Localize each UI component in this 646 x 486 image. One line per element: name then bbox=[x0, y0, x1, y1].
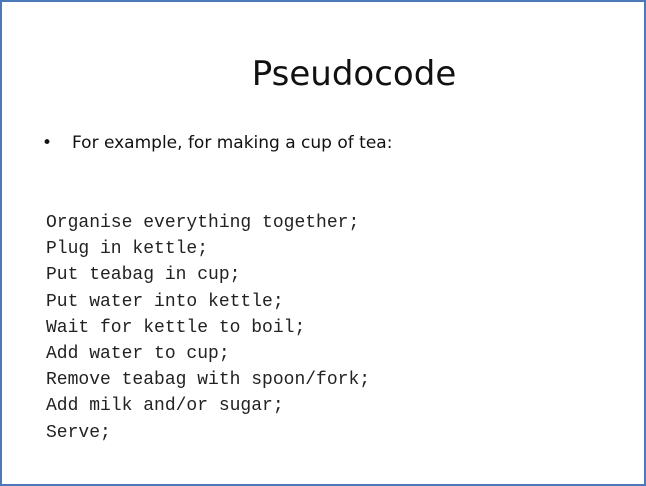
code-line: Put teabag in cup; bbox=[46, 265, 241, 286]
code-line: Put water into kettle; bbox=[46, 291, 284, 312]
pseudocode-block: Organise everything together; Plug in ke… bbox=[46, 210, 370, 446]
code-line: Organise everything together; bbox=[46, 213, 360, 233]
code-line: Add water to cup; bbox=[46, 344, 230, 365]
code-line: Wait for kettle to boil; bbox=[46, 317, 306, 338]
bullet-item: • For example, for making a cup of tea: bbox=[42, 131, 392, 155]
code-line: Plug in kettle; bbox=[46, 239, 209, 260]
code-line: Serve; bbox=[46, 422, 111, 443]
bullet-point-icon: • bbox=[42, 133, 53, 153]
slide: Pseudocode • For example, for making a cu… bbox=[0, 0, 646, 486]
bullet-text: For example, for making a cup of tea: bbox=[72, 133, 393, 153]
slide-title: Pseudocode bbox=[251, 54, 457, 94]
code-line: Remove teabag with spoon/fork; bbox=[46, 370, 371, 391]
code-line: Add milk and/or sugar; bbox=[46, 396, 284, 417]
